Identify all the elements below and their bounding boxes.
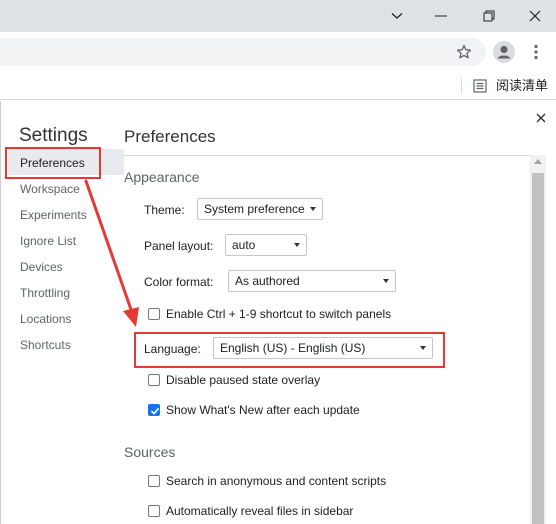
annotation-arrow (84, 179, 139, 327)
